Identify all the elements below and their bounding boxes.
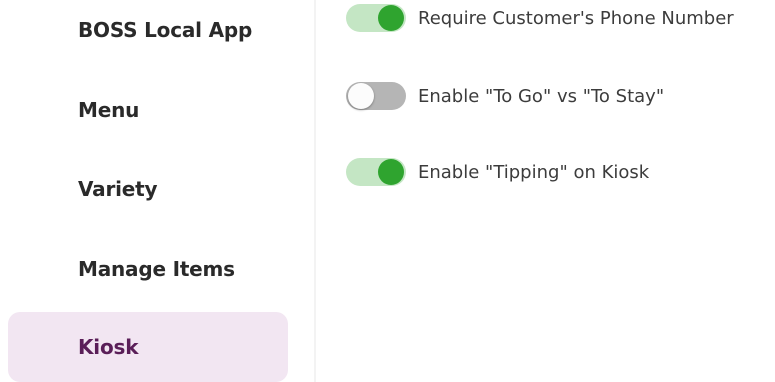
toggle-knob	[348, 83, 374, 109]
setting-to-go-vs-to-stay: Enable "To Go" vs "To Stay"	[346, 80, 664, 112]
app-root: BOSS Local App Menu Variety Manage Items…	[0, 0, 775, 382]
sidebar-item-label: Manage Items	[78, 257, 235, 281]
sidebar-item-boss-local-app[interactable]: BOSS Local App	[8, 0, 288, 65]
setting-tipping-on-kiosk: Enable "Tipping" on Kiosk	[346, 156, 649, 188]
toggle-knob	[378, 159, 404, 185]
setting-label: Enable "To Go" vs "To Stay"	[418, 85, 665, 107]
to-go-vs-to-stay-toggle[interactable]	[346, 82, 406, 110]
sidebar-item-label: BOSS Local App	[78, 18, 253, 42]
sidebar-item-label: Menu	[78, 98, 140, 122]
setting-label: Require Customer's Phone Number	[418, 7, 734, 29]
kiosk-settings-panel: Require Customer's Phone Number Enable "…	[318, 0, 775, 382]
sidebar-item-kiosk[interactable]: Kiosk	[8, 312, 288, 382]
setting-require-phone-number: Require Customer's Phone Number	[346, 2, 734, 34]
sidebar: BOSS Local App Menu Variety Manage Items…	[0, 0, 316, 382]
sidebar-item-label: Variety	[78, 177, 158, 201]
sidebar-item-menu[interactable]: Menu	[8, 75, 288, 145]
sidebar-item-manage-items[interactable]: Manage Items	[8, 234, 288, 304]
sidebar-item-label: Kiosk	[78, 335, 139, 359]
toggle-knob	[378, 5, 404, 31]
tipping-toggle[interactable]	[346, 158, 406, 186]
require-phone-toggle[interactable]	[346, 4, 406, 32]
setting-label: Enable "Tipping" on Kiosk	[418, 161, 650, 183]
sidebar-item-variety[interactable]: Variety	[8, 154, 288, 224]
